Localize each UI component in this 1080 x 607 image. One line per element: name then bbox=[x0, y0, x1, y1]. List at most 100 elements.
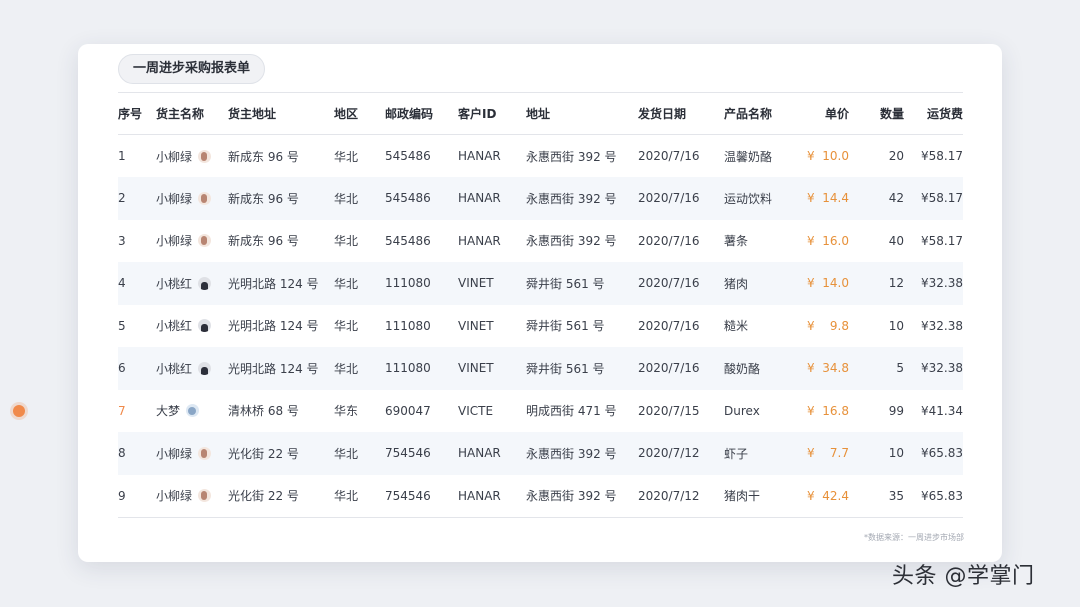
cell-ship-date: 2020/7/16 bbox=[638, 276, 700, 291]
watermark: 头条 @学掌门 bbox=[892, 564, 1035, 589]
table-row[interactable]: 7 大梦 清林桥 68 号 华东 690047 VICTE 明成西街 471 号 2020/7… bbox=[118, 390, 963, 433]
purchase-table: 序号 货主名称 货主地址 地区 邮政编码 客户ID 地址 发货日期 产品名称 单… bbox=[118, 92, 963, 518]
cell-unit-price: ¥16.0 bbox=[788, 220, 849, 263]
report-card: 一周进步采购报表单 序号 货主名称 货主地址 地区 邮政编码 客户ID 地址 发… bbox=[78, 44, 1002, 562]
cell-ship-date: 2020/7/16 bbox=[638, 233, 700, 248]
cell-customer-id: VINET bbox=[458, 276, 494, 291]
owner-name-text: 小桃红 bbox=[156, 319, 193, 334]
col-header-region[interactable]: 地区 bbox=[334, 93, 385, 135]
cell-index: 5 bbox=[118, 318, 126, 333]
cell-ship-date: 2020/7/16 bbox=[638, 149, 700, 163]
col-header-freight[interactable]: 运货费 bbox=[904, 93, 963, 135]
cell-index: 7 bbox=[118, 403, 126, 418]
owner-name-text: 小桃红 bbox=[156, 276, 193, 291]
cell-unit-price: ¥34.8 bbox=[788, 347, 849, 390]
avatar-icon-b bbox=[198, 276, 212, 290]
cell-zip: 545486 bbox=[385, 149, 431, 163]
col-header-owner-name[interactable]: 货主名称 bbox=[156, 93, 228, 135]
cell-zip: 545486 bbox=[385, 233, 431, 248]
col-header-index[interactable]: 序号 bbox=[118, 93, 156, 135]
table-row[interactable]: 3 小柳绿 新成东 96 号 华北 545486 HANAR 永惠西街 392 号 2020/… bbox=[118, 220, 963, 263]
cell-ship-date: 2020/7/16 bbox=[638, 361, 700, 376]
avatar-icon-a bbox=[198, 234, 212, 248]
col-header-zip[interactable]: 邮政编码 bbox=[385, 93, 458, 135]
owner-name-text: 小柳绿 bbox=[156, 489, 193, 503]
cell-zip: 754546 bbox=[385, 446, 431, 461]
cell-index: 3 bbox=[118, 233, 126, 248]
cell-region: 华北 bbox=[334, 191, 359, 206]
price-amount: 10.0 bbox=[822, 149, 849, 163]
cell-zip: 754546 bbox=[385, 488, 431, 503]
cell-ship-date: 2020/7/12 bbox=[638, 488, 700, 503]
owner-name-text: 大梦 bbox=[156, 404, 181, 419]
col-header-ship-date[interactable]: 发货日期 bbox=[638, 93, 724, 135]
cell-zip: 111080 bbox=[385, 276, 431, 291]
col-header-unit-price[interactable]: 单价 bbox=[788, 93, 849, 135]
currency-symbol: ¥ bbox=[807, 149, 815, 163]
currency-symbol: ¥ bbox=[807, 276, 815, 291]
col-header-address[interactable]: 地址 bbox=[526, 93, 638, 135]
cell-quantity: 40 bbox=[888, 233, 904, 248]
cell-index: 9 bbox=[118, 488, 126, 503]
cell-region: 华北 bbox=[334, 234, 359, 249]
cell-zip: 111080 bbox=[385, 318, 431, 333]
cell-address: 舜井街 561 号 bbox=[526, 276, 605, 291]
report-title: 一周进步采购报表单 bbox=[118, 54, 266, 84]
cell-quantity: 20 bbox=[888, 149, 904, 163]
cell-owner-name: 小桃红 bbox=[156, 347, 228, 390]
price-amount: 14.0 bbox=[822, 276, 849, 291]
price-amount: 34.8 bbox=[822, 361, 849, 376]
cell-owner-name: 小柳绿 bbox=[156, 432, 228, 475]
avatar-icon-a bbox=[198, 149, 212, 163]
table-row[interactable]: 5 小桃红 光明北路 124 号华北 111080 VINET 舜井街 561 号 2020… bbox=[118, 305, 963, 348]
cell-owner-name: 小柳绿 bbox=[156, 220, 228, 263]
cell-index: 6 bbox=[118, 361, 126, 376]
cell-product: 温馨奶酪 bbox=[724, 149, 773, 164]
currency-symbol: ¥ bbox=[807, 488, 815, 503]
cell-owner-name: 小桃红 bbox=[156, 305, 228, 348]
col-header-quantity[interactable]: 数量 bbox=[849, 93, 904, 135]
col-header-owner-address[interactable]: 货主地址 bbox=[228, 93, 334, 135]
cell-unit-price: ¥14.4 bbox=[788, 177, 849, 220]
cell-owner-name: 小柳绿 bbox=[156, 177, 228, 220]
avatar-icon-c bbox=[186, 404, 200, 418]
cell-zip: 690047 bbox=[385, 403, 431, 418]
cell-customer-id: HANAR bbox=[458, 488, 501, 503]
cell-product: Durex bbox=[724, 403, 760, 418]
currency-symbol: ¥ bbox=[807, 233, 815, 248]
cell-customer-id: HANAR bbox=[458, 233, 501, 248]
table-header-row: 序号 货主名称 货主地址 地区 邮政编码 客户ID 地址 发货日期 产品名称 单… bbox=[118, 92, 963, 135]
table-row[interactable]: 4 小桃红 光明北路 124 号华北 111080 VINET 舜井街 561 号 2020… bbox=[118, 262, 963, 305]
col-header-customer-id[interactable]: 客户ID bbox=[458, 93, 526, 135]
cell-customer-id: VINET bbox=[458, 318, 494, 333]
cell-owner-address: 光明北路 124 号 bbox=[228, 361, 319, 376]
cell-owner-name: 小柳绿 bbox=[156, 135, 228, 178]
cell-unit-price: ¥7.7 bbox=[788, 432, 849, 475]
currency-symbol: ¥ bbox=[807, 191, 815, 206]
col-header-product[interactable]: 产品名称 bbox=[724, 93, 788, 135]
cell-region: 华北 bbox=[334, 361, 359, 376]
cell-product: 薯条 bbox=[724, 234, 749, 249]
cell-quantity: 10 bbox=[888, 318, 904, 333]
price-amount: 14.4 bbox=[822, 191, 849, 206]
table-row[interactable]: 9 小柳绿 光化街 22 号 华北 754546 HANAR 永惠西街 392 号 2020/… bbox=[118, 475, 963, 518]
owner-name-text: 小柳绿 bbox=[156, 234, 193, 249]
cell-owner-address: 新成东 96 号 bbox=[228, 149, 299, 164]
table-row[interactable]: 6 小桃红 光明北路 124 号华北 111080 VINET 舜井街 561 号 2020… bbox=[118, 347, 963, 390]
cell-quantity: 35 bbox=[888, 488, 904, 503]
table-row[interactable]: 8 小柳绿 光化街 22 号 华北 754546 HANAR 永惠西街 392 号 2020/… bbox=[118, 432, 963, 475]
table-row[interactable]: 2 小柳绿 新成东 96 号 华北 545486 HANAR 永惠西街 392 号 2020/… bbox=[118, 177, 963, 220]
cell-address: 永惠西街 392 号 bbox=[526, 191, 617, 206]
cell-product: 虾子 bbox=[724, 446, 749, 461]
cell-region: 华北 bbox=[334, 489, 359, 503]
cell-region: 华北 bbox=[334, 149, 359, 164]
cell-address: 永惠西街 392 号 bbox=[526, 489, 617, 503]
cell-unit-price: ¥42.4 bbox=[788, 475, 849, 518]
cell-quantity: 12 bbox=[888, 276, 904, 291]
avatar-icon-b bbox=[198, 319, 212, 333]
cell-owner-address: 光明北路 124 号 bbox=[228, 319, 319, 334]
cell-customer-id: VICTE bbox=[458, 403, 494, 418]
table-row[interactable]: 1 小柳绿 新成东 96 号 华北 545486 HANAR 永惠西街 392 号 2020/… bbox=[118, 135, 963, 178]
cell-owner-name: 小柳绿 bbox=[156, 475, 228, 518]
cell-customer-id: HANAR bbox=[458, 446, 501, 461]
